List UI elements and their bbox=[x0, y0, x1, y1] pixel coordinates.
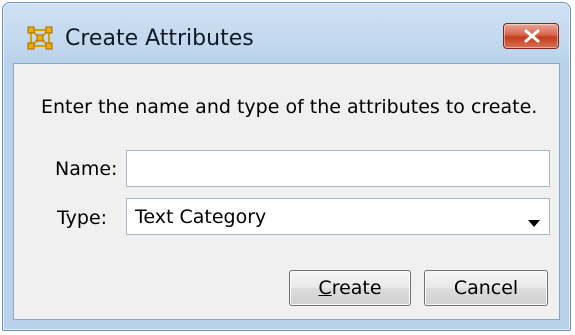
create-button-mnemonic: C bbox=[318, 277, 332, 299]
name-input[interactable] bbox=[126, 150, 550, 187]
title-bar[interactable]: Create Attributes bbox=[3, 3, 570, 63]
dialog-content: Enter the name and type of the attribute… bbox=[13, 63, 560, 320]
close-icon bbox=[524, 29, 540, 43]
create-button-label: reate bbox=[331, 277, 382, 299]
name-label: Name: bbox=[55, 158, 118, 180]
chevron-down-icon bbox=[528, 213, 540, 232]
network-grid-icon bbox=[27, 26, 53, 50]
create-button[interactable]: Create bbox=[289, 270, 411, 306]
cancel-button[interactable]: Cancel bbox=[424, 270, 548, 306]
type-select[interactable]: Text Category bbox=[126, 198, 550, 235]
close-button[interactable] bbox=[503, 23, 559, 49]
type-selected-value: Text Category bbox=[135, 206, 267, 228]
instruction-text: Enter the name and type of the attribute… bbox=[41, 96, 538, 118]
type-label: Type: bbox=[57, 207, 108, 229]
create-attributes-dialog: Create Attributes Enter the name and typ… bbox=[2, 2, 571, 331]
dialog-title: Create Attributes bbox=[65, 26, 254, 51]
